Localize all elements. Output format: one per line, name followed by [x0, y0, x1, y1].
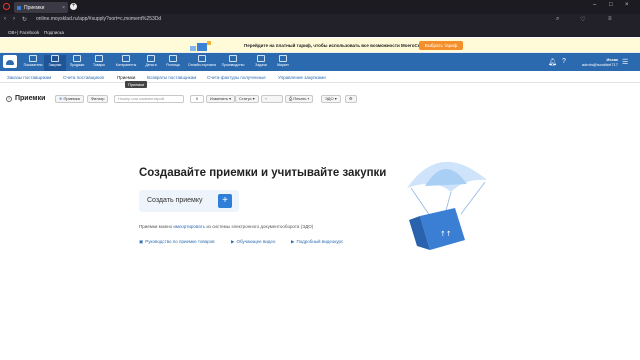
- tab-close-icon[interactable]: ×: [62, 5, 65, 11]
- help-icon[interactable]: ?: [562, 58, 566, 65]
- page-title: Приемки: [15, 95, 46, 102]
- bookmark-icon[interactable]: ♡: [580, 16, 585, 23]
- extensions-icon[interactable]: ≡: [608, 16, 612, 22]
- bookmark-item[interactable]: OB+| Facebook: [8, 30, 39, 35]
- help-circle-icon[interactable]: ?: [6, 96, 12, 102]
- video-icon: ▶: [291, 239, 295, 244]
- nav-item-money[interactable]: Деньги: [140, 55, 162, 71]
- banner-text: Перейдите на платный тариф, чтобы исполь…: [244, 43, 431, 48]
- search-input[interactable]: Номер или комментарий: [114, 95, 184, 103]
- people-icon: [122, 55, 130, 62]
- url-field[interactable]: online.moysklad.ru/app/#supply?sort=c,mo…: [36, 16, 161, 22]
- svg-text:↑↑: ↑↑: [440, 230, 452, 238]
- choose-plan-button[interactable]: Выбрать тариф: [419, 41, 463, 50]
- video-course-link[interactable]: ▶ Подробный видеокурс: [291, 239, 343, 245]
- sub-navigation: Заказы поставщикам Счета поставщиков При…: [0, 71, 640, 83]
- status-dropdown[interactable]: Статус ▾: [235, 95, 259, 103]
- subnav-item-purchase-management[interactable]: Управление закупками: [278, 75, 326, 80]
- upgrade-banner: Перейдите на платный тариф, чтобы исполь…: [0, 38, 640, 53]
- globe-icon: [198, 55, 206, 62]
- chevron-down-icon: ▾: [252, 96, 255, 101]
- subnav-item-supplier-returns[interactable]: Возвраты поставщикам: [147, 75, 196, 80]
- subnav-item-supplier-invoices[interactable]: Счета поставщиков: [63, 75, 104, 80]
- nav-item-retail[interactable]: Розница: [162, 55, 184, 71]
- nav-item-market[interactable]: Маркет: [272, 55, 294, 71]
- settings-gear-icon[interactable]: ⚙: [345, 95, 357, 103]
- create-supply-button[interactable]: Создать приемку +: [139, 190, 239, 212]
- chevron-down-icon: ▾: [334, 96, 337, 101]
- guide-link[interactable]: ▣ Руководство по приемке товаров: [139, 239, 215, 245]
- market-icon: [279, 55, 287, 62]
- tasks-icon: [257, 55, 265, 62]
- chevron-down-icon: ▾: [229, 96, 232, 101]
- import-note: Приемки можно импортировать из системы э…: [139, 224, 314, 229]
- nav-item-production[interactable]: Производство: [218, 55, 248, 71]
- reload-icon[interactable]: ↻: [22, 16, 27, 23]
- factory-icon: [229, 55, 237, 62]
- video-icon: ▶: [231, 239, 235, 244]
- plus-icon: +: [218, 194, 232, 208]
- search-icon[interactable]: ⌕: [556, 16, 559, 23]
- edo-dropdown[interactable]: ЭДО ▾: [321, 95, 341, 103]
- store-icon: [169, 55, 177, 62]
- subnav-item-facture-in[interactable]: Счета-фактуры полученные: [207, 75, 266, 80]
- create-supply-label: Создать приемку: [147, 197, 203, 204]
- box-icon: [95, 55, 103, 62]
- book-icon: ▣: [139, 239, 144, 244]
- user-email: admin@isxokbel717: [581, 62, 618, 67]
- browser-tab[interactable]: Приемки ×: [14, 2, 68, 13]
- sales-icon: [73, 55, 81, 62]
- bookmarks-bar: OB+| Facebook Подписка: [0, 28, 640, 37]
- browser-window: Приемки × + – □ × ‹ › ↻ online.moysklad.…: [0, 0, 640, 360]
- nav-item-sales[interactable]: Продажи: [66, 55, 88, 71]
- chevron-down-icon: ▾: [307, 96, 310, 101]
- tooltip: Приемки: [125, 81, 148, 88]
- menu-icon[interactable]: ☰: [622, 58, 628, 66]
- opera-logo-icon[interactable]: [3, 3, 10, 10]
- nav-item-purchases[interactable]: Закупки: [44, 55, 66, 71]
- change-dropdown[interactable]: Изменить ▾: [206, 95, 236, 103]
- subnav-item-supplier-orders[interactable]: Заказы поставщикам: [7, 75, 51, 80]
- cart-icon: [51, 55, 59, 62]
- back-icon[interactable]: ‹: [4, 16, 6, 22]
- print-dropdown[interactable]: ⎙ Печать ▾: [285, 95, 314, 103]
- empty-state-heading: Создавайте приемки и учитывайте закупки: [139, 167, 387, 179]
- notifications-icon[interactable]: 🔔︎: [548, 58, 557, 66]
- money-icon: [147, 55, 155, 62]
- nav-item-indicators[interactable]: Показатели: [22, 55, 44, 71]
- close-window-icon[interactable]: ×: [625, 2, 629, 8]
- box-illustration-icon: [190, 41, 211, 51]
- maximize-icon[interactable]: □: [609, 2, 613, 8]
- nav-item-online-trade[interactable]: Онлайн-торговля: [186, 55, 218, 71]
- chart-icon: [29, 55, 37, 62]
- tab-favicon-icon: [17, 5, 21, 10]
- new-tab-icon[interactable]: +: [70, 3, 77, 10]
- nav-item-counterparties[interactable]: Контрагенты: [112, 55, 140, 71]
- bookmark-item[interactable]: Подписка: [44, 30, 64, 35]
- count-field: 0: [190, 95, 204, 103]
- add-supply-button[interactable]: ⊕ Приемка: [55, 95, 84, 103]
- moysklad-logo-icon[interactable]: [3, 55, 17, 68]
- import-link[interactable]: импортировать: [173, 224, 205, 229]
- user-menu[interactable]: Исхак admin@isxokbel717: [572, 57, 618, 67]
- nav-item-tasks[interactable]: Задачи: [250, 55, 272, 71]
- nav-item-goods[interactable]: Товары: [88, 55, 110, 71]
- tab-bar: [0, 0, 640, 14]
- minimize-icon[interactable]: –: [593, 2, 596, 8]
- forward-icon[interactable]: ›: [13, 16, 15, 22]
- disabled-dropdown: ▾: [261, 95, 283, 103]
- training-video-link[interactable]: ▶ Обучающее видео: [231, 239, 275, 245]
- filter-button[interactable]: Фильтр: [87, 95, 109, 103]
- parachute-box-illustration-icon: ↑↑: [407, 161, 487, 250]
- subnav-item-supplies[interactable]: Приемки: [117, 75, 135, 80]
- tab-title: Приемки: [24, 4, 45, 11]
